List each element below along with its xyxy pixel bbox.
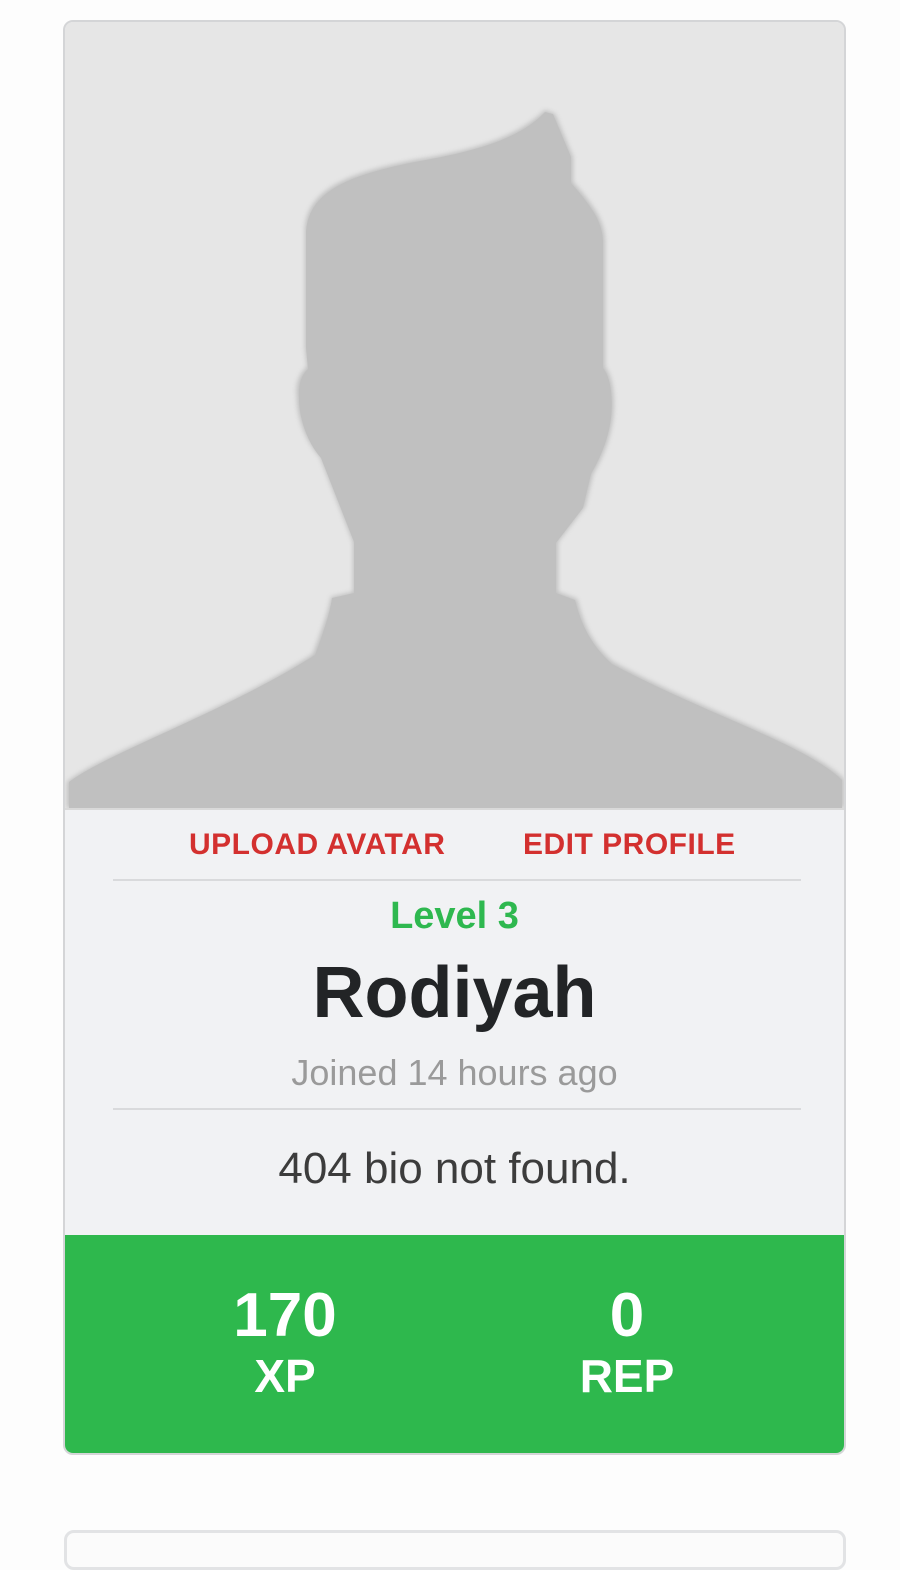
- user-bio: 404 bio not found.: [278, 1144, 631, 1193]
- edit-profile-link[interactable]: EDIT PROFILE: [523, 828, 736, 862]
- username: Rodiyah: [312, 953, 597, 1033]
- profile-actions: UPLOAD AVATAR EDIT PROFILE: [65, 828, 844, 872]
- upload-avatar-link[interactable]: UPLOAD AVATAR: [189, 828, 445, 862]
- profile-card: UPLOAD AVATAR EDIT PROFILE Level 3 Rodiy…: [63, 20, 846, 1455]
- joined-date: Joined 14 hours ago: [291, 1052, 618, 1093]
- rep-stat: 0 REP: [497, 1283, 757, 1403]
- stats-bar: 170 XP 0 REP: [65, 1235, 844, 1453]
- rep-value: 0: [609, 1281, 645, 1350]
- xp-label: XP: [254, 1350, 316, 1402]
- xp-value: 170: [233, 1281, 337, 1350]
- avatar: [65, 22, 844, 810]
- user-level: Level 3: [390, 895, 519, 937]
- default-user-silhouette-icon: [67, 110, 844, 808]
- rep-label: REP: [579, 1350, 675, 1402]
- xp-stat: 170 XP: [155, 1283, 415, 1403]
- divider: [113, 879, 801, 881]
- divider: [113, 1108, 801, 1110]
- next-card: [64, 1530, 846, 1570]
